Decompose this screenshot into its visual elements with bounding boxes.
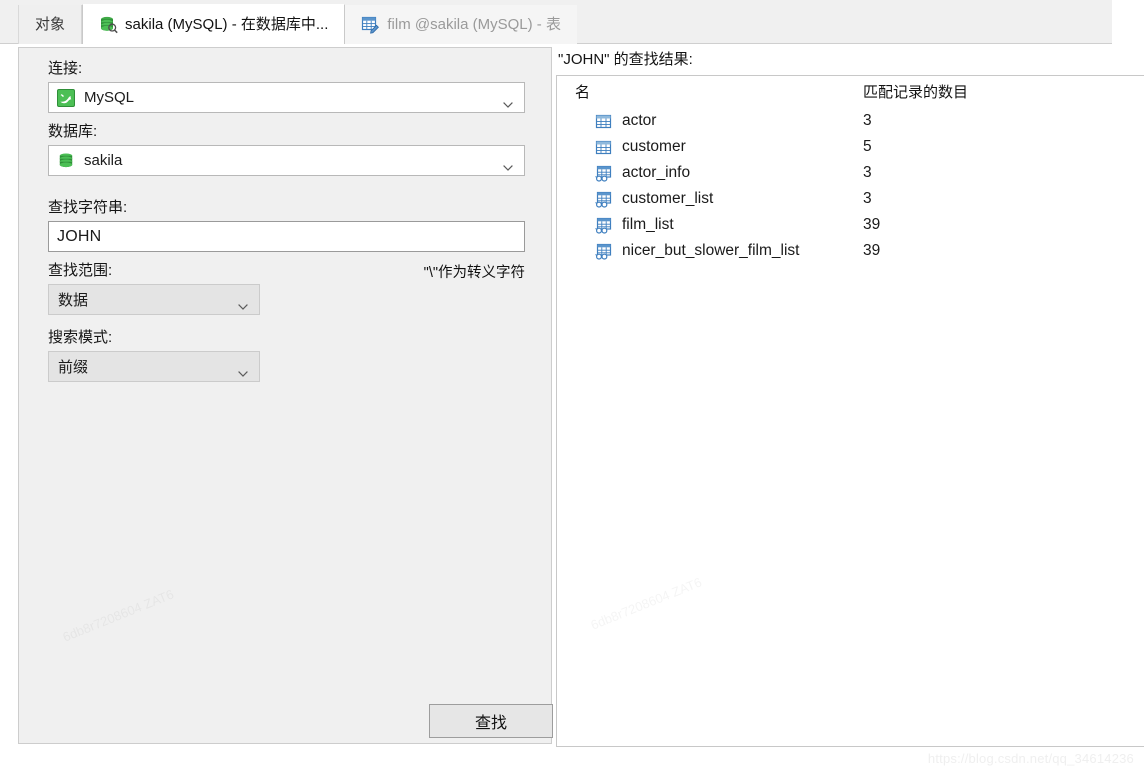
results-header-row: 名 匹配记录的数目 <box>557 76 1144 106</box>
row-name: nicer_but_slower_film_list <box>622 242 800 259</box>
chevron-down-icon <box>503 158 513 171</box>
row-name-cell: film_list <box>557 216 863 234</box>
watermark-faint: 6db8r7208604 ZAT6 <box>60 586 175 644</box>
connection-select[interactable]: MySQL <box>48 82 525 113</box>
find-string-label: 查找字符串: <box>48 199 128 216</box>
row-count: 39 <box>863 216 881 233</box>
row-name: actor_info <box>622 164 691 181</box>
results-caption: "JOHN" 的查找结果: <box>558 51 693 68</box>
mysql-dolphin-icon <box>57 88 75 107</box>
escape-char-note: "\"作为转义字符 <box>423 265 525 281</box>
table-icon <box>595 139 612 156</box>
table-row[interactable]: film_list 39 <box>557 212 1144 238</box>
search-mode-value: 前缀 <box>58 359 89 376</box>
search-mode-label: 搜索模式: <box>48 329 113 346</box>
table-icon <box>595 113 612 130</box>
database-search-icon <box>99 15 118 34</box>
tab-film-table-label: film @sakila (MySQL) - 表 <box>387 16 561 33</box>
row-count: 5 <box>863 138 872 155</box>
row-name-cell: actor_info <box>557 164 863 182</box>
tab-strip: 对象 sakila (MySQL) - 在数据库中... film @sakil… <box>0 0 1112 44</box>
row-name-cell: nicer_but_slower_film_list <box>557 242 863 260</box>
find-button[interactable]: 查找 <box>429 704 553 738</box>
find-button-label: 查找 <box>474 715 507 732</box>
connection-label: 连接: <box>48 60 83 77</box>
column-header-name: 名 <box>575 83 591 101</box>
row-name: film_list <box>622 216 674 233</box>
results-list: 名 匹配记录的数目 actor 3 customer 5 actor_info … <box>556 75 1144 747</box>
row-name: customer <box>622 138 686 155</box>
row-count: 39 <box>863 242 881 259</box>
column-header-count: 匹配记录的数目 <box>863 83 969 101</box>
table-row[interactable]: customer 5 <box>557 134 1144 160</box>
row-name-cell: customer_list <box>557 190 863 208</box>
table-row[interactable]: customer_list 3 <box>557 186 1144 212</box>
table-edit-icon <box>361 15 380 34</box>
view-icon <box>595 191 612 208</box>
view-icon <box>595 165 612 182</box>
find-string-input[interactable]: JOHN <box>48 221 525 252</box>
database-value: sakila <box>84 152 123 169</box>
view-icon <box>595 243 612 260</box>
tab-list: 对象 sakila (MySQL) - 在数据库中... film @sakil… <box>18 4 577 44</box>
row-count: 3 <box>863 190 872 207</box>
tab-film-table[interactable]: film @sakila (MySQL) - 表 <box>345 5 577 44</box>
tab-sakila-search-label: sakila (MySQL) - 在数据库中... <box>125 16 329 33</box>
table-row[interactable]: actor_info 3 <box>557 160 1144 186</box>
database-icon <box>57 152 75 170</box>
watermark-faint: 6db8r7208604 ZAT6 <box>588 574 703 632</box>
view-icon <box>595 217 612 234</box>
connection-value: MySQL <box>84 89 135 106</box>
search-mode-select[interactable]: 前缀 <box>48 351 260 382</box>
tab-sakila-search[interactable]: sakila (MySQL) - 在数据库中... <box>82 4 346 44</box>
search-form-panel: 连接: MySQL 数据库: sakila 查找字符串: JOHN 查找范围: … <box>18 47 553 744</box>
results-rows: actor 3 customer 5 actor_info 3 customer… <box>557 106 1144 264</box>
chevron-down-icon <box>503 95 513 108</box>
row-name-cell: customer <box>557 138 863 156</box>
tab-objects-label: 对象 <box>35 16 66 33</box>
table-row[interactable]: actor 3 <box>557 108 1144 134</box>
database-select[interactable]: sakila <box>48 145 525 176</box>
results-panel: "JOHN" 的查找结果: 名 匹配记录的数目 actor 3 customer… <box>556 50 1144 750</box>
find-range-row: 查找范围: "\"作为转义字符 数据 <box>48 261 525 315</box>
row-name: customer_list <box>622 190 714 207</box>
row-count: 3 <box>863 112 872 129</box>
find-range-select[interactable]: 数据 <box>48 284 260 315</box>
row-name-cell: actor <box>557 112 863 130</box>
row-count: 3 <box>863 164 872 181</box>
watermark-url: https://blog.csdn.net/qq_34614236 <box>927 751 1134 766</box>
table-row[interactable]: nicer_but_slower_film_list 39 <box>557 238 1144 264</box>
find-string-value: JOHN <box>57 227 102 245</box>
database-label: 数据库: <box>48 123 98 140</box>
chevron-down-icon <box>238 364 248 377</box>
find-range-value: 数据 <box>58 292 89 309</box>
search-form-fields: 连接: MySQL 数据库: sakila 查找字符串: JOHN 查找范围: … <box>48 59 525 382</box>
row-name: actor <box>622 112 657 129</box>
tab-objects[interactable]: 对象 <box>18 5 83 44</box>
chevron-down-icon <box>238 297 248 310</box>
